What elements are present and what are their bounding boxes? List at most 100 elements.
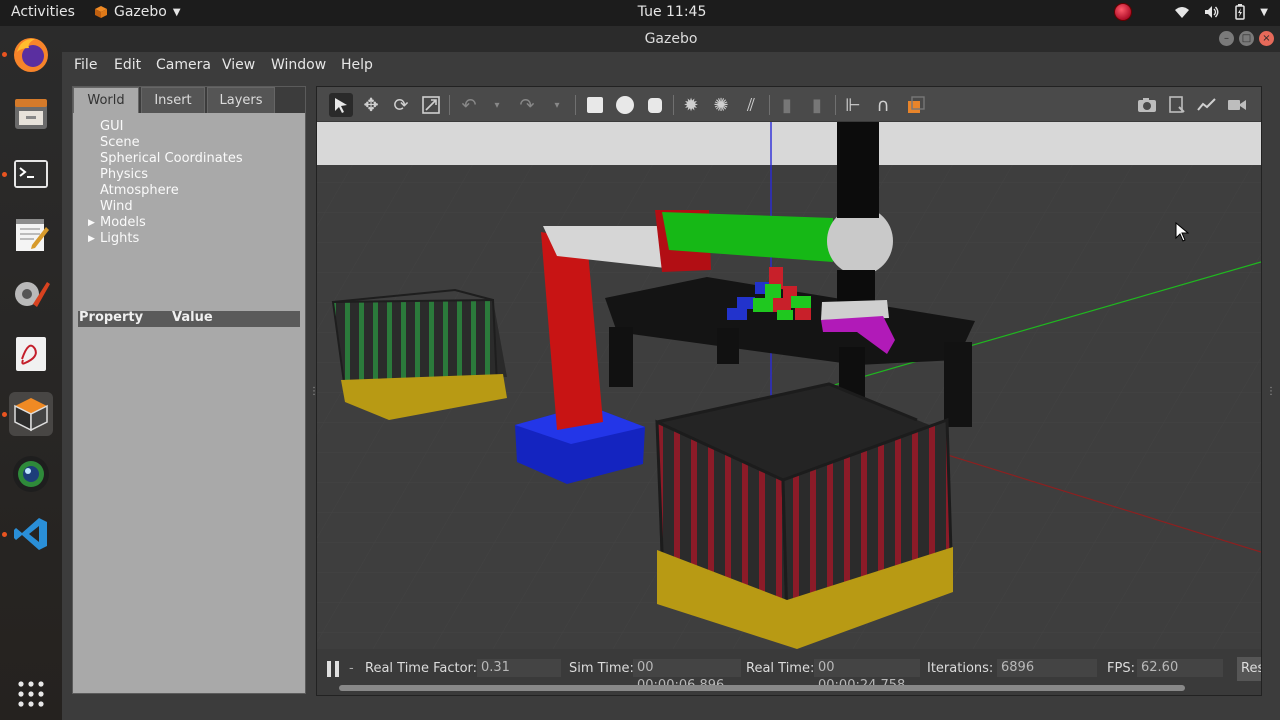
horizontal-scrollbar[interactable] xyxy=(339,685,1185,691)
pause-button[interactable] xyxy=(327,661,341,677)
menu-view[interactable]: View xyxy=(222,57,255,73)
clock[interactable]: Tue 11:45 xyxy=(0,4,1280,20)
directional-light-button[interactable]: ⫽ xyxy=(739,93,763,117)
close-icon[interactable]: × xyxy=(1259,31,1274,46)
menu-bar: File Edit Camera View Window Help xyxy=(62,52,1280,80)
files-launcher[interactable] xyxy=(9,92,53,136)
real-time-factor-label: Real Time Factor: xyxy=(365,661,478,676)
insert-cylinder-button[interactable] xyxy=(643,93,667,117)
property-column-header: Property xyxy=(79,310,144,325)
rotate-mode-button[interactable]: ⟳ xyxy=(389,93,413,117)
tree-item-gui[interactable]: GUI xyxy=(100,119,123,134)
insert-box-button[interactable] xyxy=(583,93,607,117)
window-title: Gazebo xyxy=(644,31,698,47)
expand-arrow-icon[interactable]: ▶ xyxy=(88,234,95,244)
sim-time-value: 00 00:00:06.896 xyxy=(633,659,741,693)
3d-viewport[interactable] xyxy=(317,122,1261,649)
window-titlebar[interactable]: Gazebo – □ × xyxy=(62,26,1280,52)
settings-icon xyxy=(15,282,50,307)
undo-button[interactable]: ↶ xyxy=(457,93,481,117)
terminal-launcher[interactable] xyxy=(9,152,53,196)
tree-item-wind[interactable]: Wind xyxy=(100,199,133,214)
gazebo-window: Gazebo – □ × File Edit Camera View Windo… xyxy=(62,26,1280,720)
splitter-handle[interactable]: ⋮ xyxy=(309,386,319,397)
system-tray[interactable]: ▼ xyxy=(1114,3,1268,21)
snap-icon: ∩ xyxy=(876,94,890,116)
real-time-label: Real Time: xyxy=(746,661,815,676)
iterations-label: Iterations: xyxy=(927,661,994,676)
tree-item-physics[interactable]: Physics xyxy=(100,167,148,182)
splitter-handle[interactable]: ⋮ xyxy=(1266,386,1276,397)
align-icon: ⊩ xyxy=(845,94,861,116)
plot-button[interactable] xyxy=(1195,93,1219,117)
sky xyxy=(317,122,1261,165)
tab-world[interactable]: World xyxy=(73,87,139,113)
record-video-button[interactable] xyxy=(1225,93,1249,117)
view-angle-button[interactable] xyxy=(905,93,929,117)
align-button[interactable]: ⊩ xyxy=(841,93,865,117)
tree-item-lights[interactable]: Lights xyxy=(100,231,139,246)
spot-light-button[interactable]: ✺ xyxy=(709,93,733,117)
redo-icon: ↷ xyxy=(519,94,535,116)
pause-icon xyxy=(327,661,331,677)
camera-app-launcher[interactable] xyxy=(9,452,53,496)
menu-window[interactable]: Window xyxy=(271,57,326,73)
tab-layers[interactable]: Layers xyxy=(207,87,275,113)
plot-icon xyxy=(1197,98,1216,111)
screenshot-button[interactable] xyxy=(1135,93,1159,117)
property-table-header: Property Value xyxy=(78,310,300,327)
text-editor-launcher[interactable] xyxy=(9,212,53,256)
scene-drawing[interactable] xyxy=(317,122,1261,649)
pdf-viewer-icon xyxy=(16,337,46,371)
snap-button[interactable]: ∩ xyxy=(871,93,895,117)
insert-sphere-button[interactable] xyxy=(613,93,637,117)
rotate-icon: ⟳ xyxy=(393,94,409,116)
green-bin[interactable] xyxy=(331,288,507,420)
menu-edit[interactable]: Edit xyxy=(114,57,141,73)
paste-button[interactable]: ▮ xyxy=(805,93,829,117)
sim-time-label: Sim Time: xyxy=(569,661,634,676)
gazebo-icon xyxy=(14,398,48,432)
volume-icon xyxy=(1205,6,1219,18)
record-icon xyxy=(1228,100,1246,110)
dock xyxy=(0,26,62,720)
iterations-value: 6896 xyxy=(997,659,1097,677)
redo-history-button[interactable]: ▾ xyxy=(545,93,569,117)
select-mode-button[interactable] xyxy=(329,93,353,117)
copy-button[interactable]: ▮ xyxy=(775,93,799,117)
undo-history-button[interactable]: ▾ xyxy=(485,93,509,117)
fps-label: FPS: xyxy=(1107,661,1135,676)
sphere-icon xyxy=(616,96,634,114)
vscode-launcher[interactable] xyxy=(9,512,53,556)
translate-mode-button[interactable]: ✥ xyxy=(359,93,383,117)
chevron-down-icon: ▼ xyxy=(1260,6,1268,18)
expand-arrow-icon[interactable]: ▶ xyxy=(88,218,95,228)
tree-item-spherical-coordinates[interactable]: Spherical Coordinates xyxy=(100,151,243,166)
tab-insert[interactable]: Insert xyxy=(141,87,205,113)
vscode-icon xyxy=(14,518,47,550)
firefox-launcher[interactable] xyxy=(9,32,53,76)
reset-time-button[interactable]: Res xyxy=(1237,657,1261,681)
tree-item-models[interactable]: Models xyxy=(100,215,146,230)
scale-icon xyxy=(422,96,440,114)
app-grid-button[interactable] xyxy=(9,672,53,716)
value-column-header: Value xyxy=(172,310,213,325)
menu-help[interactable]: Help xyxy=(341,57,373,73)
pdf-viewer-launcher[interactable] xyxy=(9,332,53,376)
scale-mode-button[interactable] xyxy=(419,93,443,117)
record-indicator-icon[interactable] xyxy=(1114,3,1133,21)
log-button[interactable] xyxy=(1165,93,1189,117)
menu-file[interactable]: File xyxy=(74,57,97,73)
minimize-icon[interactable]: – xyxy=(1219,31,1234,46)
gazebo-launcher[interactable] xyxy=(9,392,53,436)
point-light-button[interactable]: ✹ xyxy=(679,93,703,117)
mouse-cursor-icon xyxy=(1175,222,1189,242)
settings-launcher[interactable] xyxy=(9,272,53,316)
chevron-down-icon: ▾ xyxy=(554,99,560,111)
tree-item-atmosphere[interactable]: Atmosphere xyxy=(100,183,179,198)
maximize-icon[interactable]: □ xyxy=(1239,31,1254,46)
tree-item-scene[interactable]: Scene xyxy=(100,135,140,150)
battery-icon xyxy=(1235,4,1246,20)
redo-button[interactable]: ↷ xyxy=(515,93,539,117)
menu-camera[interactable]: Camera xyxy=(156,57,211,73)
